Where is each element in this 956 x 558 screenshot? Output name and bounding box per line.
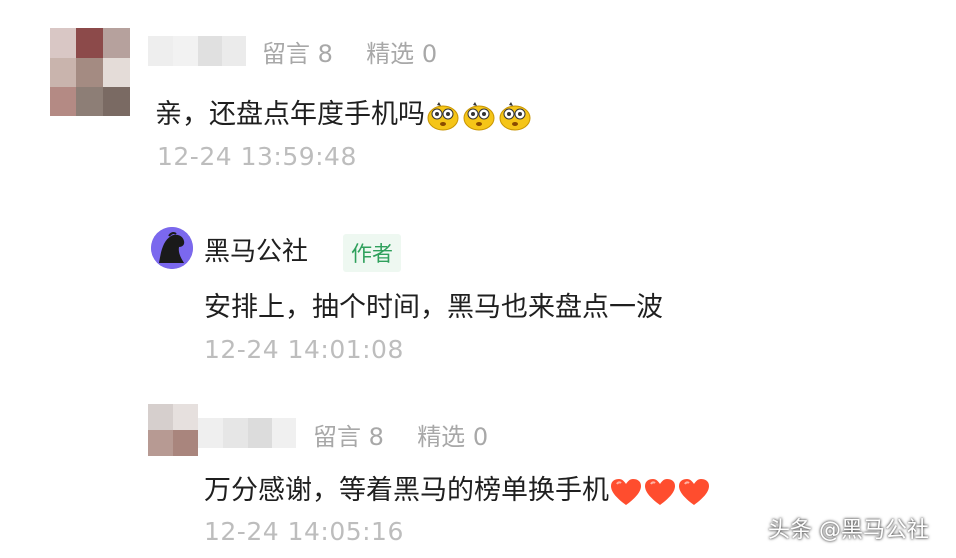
blurred-username[interactable] bbox=[198, 418, 296, 448]
heart-emoji-icon bbox=[611, 478, 641, 505]
comment-text: 亲，还盘点年度手机吗 bbox=[155, 99, 425, 130]
messages-count: 留言 8 bbox=[313, 423, 384, 451]
messages-count: 留言 8 bbox=[262, 40, 333, 68]
reply-timestamp: 12-24 14:01:08 bbox=[204, 335, 404, 364]
comment-timestamp: 12-24 13:59:48 bbox=[157, 142, 357, 171]
author-name[interactable]: 黑马公社 bbox=[204, 231, 308, 268]
horse-logo-icon bbox=[151, 227, 193, 269]
heart-emoji-icon bbox=[679, 478, 709, 505]
comment-timestamp: 12-24 14:05:16 bbox=[204, 517, 404, 546]
blurred-avatar[interactable] bbox=[50, 28, 130, 116]
blurred-avatar[interactable] bbox=[148, 404, 198, 456]
surprised-face-emoji-icon bbox=[427, 101, 459, 130]
reply-text: 安排上，抽个时间，黑马也来盘点一波 bbox=[204, 292, 663, 323]
comment-body: 亲，还盘点年度手机吗 bbox=[155, 92, 533, 131]
heart-emoji-icon bbox=[645, 478, 675, 505]
featured-count: 精选 0 bbox=[366, 40, 438, 68]
featured-count: 精选 0 bbox=[417, 423, 489, 451]
surprised-face-emoji-icon bbox=[499, 101, 531, 130]
author-badge: 作者 bbox=[343, 234, 401, 272]
watermark: 头条 @黑马公社 bbox=[768, 518, 929, 543]
comment-text: 万分感谢，等着黑马的榜单换手机 bbox=[204, 475, 609, 506]
comment-body: 万分感谢，等着黑马的榜单换手机 bbox=[204, 468, 711, 507]
blurred-username[interactable] bbox=[148, 36, 246, 66]
surprised-face-emoji-icon bbox=[463, 101, 495, 130]
author-avatar[interactable] bbox=[151, 227, 193, 269]
